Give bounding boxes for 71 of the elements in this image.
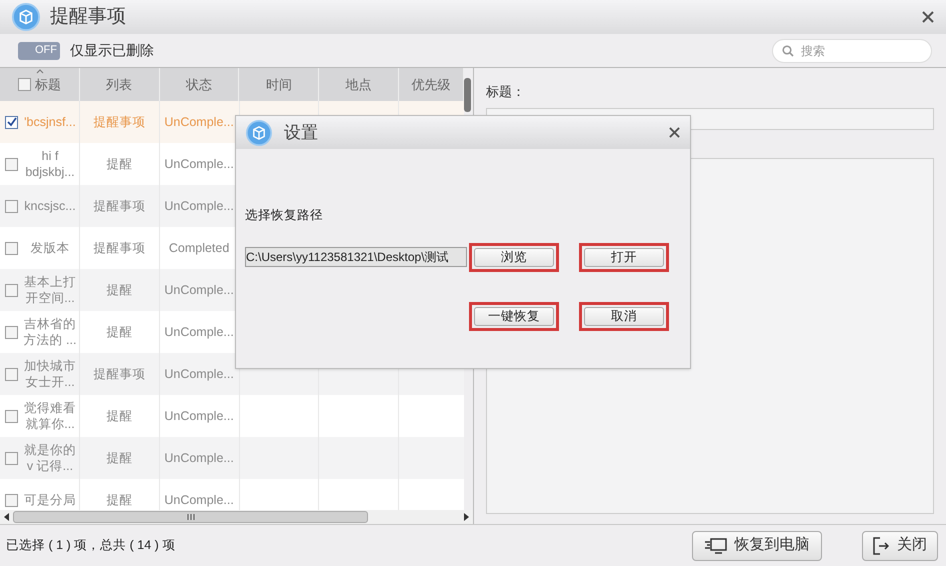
checkbox[interactable] <box>5 116 18 128</box>
checkbox[interactable] <box>5 452 18 464</box>
table-row[interactable]: 觉得难看就算你... 提醒 UnComple... <box>0 395 464 437</box>
cube-logo-icon <box>12 3 40 31</box>
close-icon[interactable] <box>922 11 934 23</box>
dialog-button[interactable]: 浏览 <box>474 248 554 267</box>
path-field[interactable]: C:\Users\yy1123581321\Desktop\测试 <box>245 247 467 268</box>
table-cell-text: 提醒 <box>106 492 132 509</box>
toggle-label: 仅显示已删除 <box>70 41 154 60</box>
exit-icon <box>873 536 889 554</box>
table-cell-text: 提醒 <box>106 282 132 299</box>
dialog-title: 设置 <box>284 122 318 144</box>
table-cell-text: UnComple... <box>164 198 234 215</box>
table-cell: 加快城市女士开... <box>23 358 77 390</box>
checkbox[interactable] <box>5 158 18 170</box>
table-cell-text: 提醒事项 <box>93 240 146 257</box>
restore-button[interactable]: 恢复到电脑 <box>692 530 822 560</box>
title-label: 标题： <box>486 83 526 101</box>
table-cell: 可是分局 <box>23 492 77 508</box>
checkbox[interactable] <box>5 494 18 506</box>
cube-logo-icon <box>246 120 272 146</box>
dialog-button[interactable]: 一键恢复 <box>474 306 554 326</box>
table-cell: kncsjsc... <box>23 198 77 214</box>
table-cell-text: UnComple... <box>164 114 234 131</box>
table-cell-text: UnComple... <box>164 408 234 425</box>
table-cell-text: 发版本 <box>30 240 70 256</box>
table-cell-text: 提醒事项 <box>93 366 146 383</box>
table-cell-text: 提醒 <box>106 156 132 173</box>
table-cell: 觉得难看就算你... <box>23 400 77 432</box>
dialog-button[interactable]: 打开 <box>584 248 664 267</box>
path-label: 选择恢复路径 <box>245 207 324 224</box>
search-icon <box>782 44 794 56</box>
table-cell-text: UnComple... <box>164 156 234 173</box>
table-cell: 基本上打开空间... <box>23 274 77 306</box>
checkbox[interactable] <box>5 368 18 380</box>
checkbox[interactable] <box>5 200 18 212</box>
checkbox[interactable] <box>5 410 18 422</box>
table-cell-text: 提醒 <box>106 408 132 425</box>
table-cell-text: UnComple... <box>164 450 234 467</box>
sort-caret-icon <box>36 69 44 74</box>
table-cell-text: Completed <box>168 240 230 257</box>
table-cell-text: 提醒事项 <box>93 198 146 215</box>
scroll-right-icon[interactable] <box>464 513 469 521</box>
status-text: 已选择 ( 1 ) 项，总共 ( 14 ) 项 <box>6 537 176 554</box>
table-cell-text: hi f bdjskbj... <box>24 148 76 180</box>
table-cell-text: 提醒事项 <box>93 114 146 131</box>
table-cell: 吉林省的方法的 ... <box>23 316 77 348</box>
table-cell: 就是你的 v 记得... <box>23 442 77 474</box>
window-title: 提醒事项 <box>50 4 126 29</box>
table-cell-text: UnComple... <box>164 366 234 383</box>
grip-icon <box>186 514 194 520</box>
scroll-left-icon[interactable] <box>4 513 9 521</box>
scrollbar-thumb[interactable] <box>464 78 472 112</box>
monitor-icon <box>704 538 726 554</box>
toggle-switch[interactable]: OFF <box>18 42 60 60</box>
checkbox[interactable] <box>5 242 18 254</box>
table-cell: 'bcsjnsf... <box>23 114 77 130</box>
checkbox[interactable] <box>5 284 18 296</box>
table-cell-text: 提醒 <box>106 450 132 467</box>
table-row[interactable]: 就是你的 v 记得... 提醒 UnComple... <box>0 437 464 479</box>
table-cell-text: UnComple... <box>164 492 234 509</box>
checkbox[interactable] <box>5 326 18 338</box>
table-row[interactable]: 可是分局 提醒 UnComple... <box>0 479 464 510</box>
close-icon[interactable] <box>669 127 680 138</box>
table-cell-text: UnComple... <box>164 324 234 341</box>
close-button[interactable]: 关闭 <box>862 530 938 560</box>
table-cell-text: UnComple... <box>164 282 234 299</box>
search-field[interactable]: 搜索 <box>772 38 932 62</box>
checkbox[interactable] <box>18 78 31 91</box>
dialog-button[interactable]: 取消 <box>584 306 664 326</box>
table-cell-text: 提醒 <box>106 324 132 341</box>
